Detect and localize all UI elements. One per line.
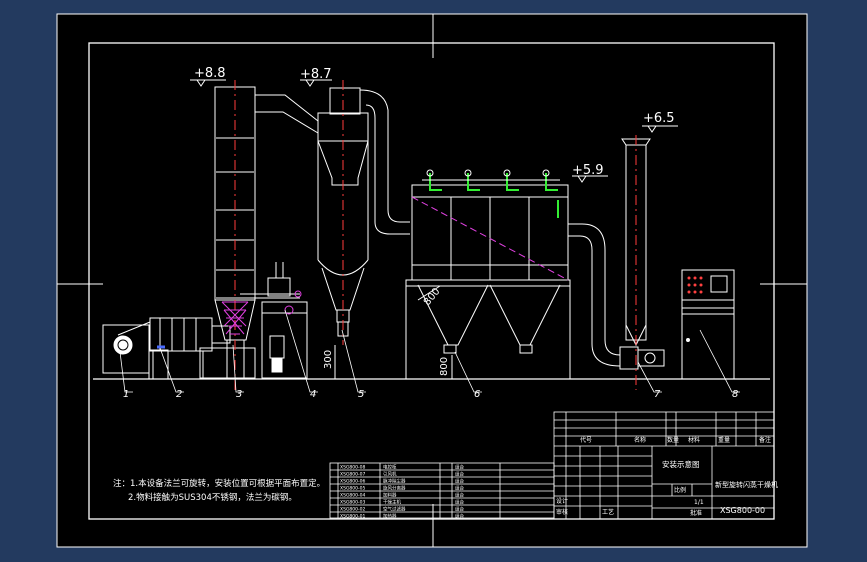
elevation-label-collector: +5.9 (572, 163, 604, 178)
title-header-code: 代号 (580, 436, 592, 444)
balloon-8: 8 (732, 389, 738, 400)
parts-cell-material: 组合 (455, 506, 464, 513)
title-header-name: 名称 (634, 436, 646, 444)
balloon-5: 5 (358, 389, 364, 400)
title-header-qty: 数量 (667, 436, 679, 444)
parts-cell-material: 组合 (455, 478, 464, 485)
balloon-3: 3 (236, 389, 242, 400)
note-line-1: 注：1.本设备法兰可旋转，安装位置可根据平面布置定。 (113, 478, 325, 489)
balloon-6: 6 (474, 389, 480, 400)
parts-cell-name: 干燥主机 (383, 499, 401, 506)
parts-cell-code: XSG800-04 (340, 493, 366, 499)
title-label-approve: 批准 (690, 509, 702, 517)
parts-cell-name: 空气过滤器 (383, 506, 406, 513)
title-header-material: 材料 (688, 436, 700, 444)
parts-cell-code: XSG800-02 (340, 507, 366, 513)
parts-cell-material: 组合 (455, 513, 464, 520)
elevation-label-stack: +6.5 (643, 111, 675, 126)
parts-cell-name: 电控柜 (383, 464, 397, 471)
parts-cell-code: XSG800-06 (340, 479, 366, 485)
title-sheet-number: 1/1 (694, 499, 704, 506)
parts-cell-name: 加热器 (383, 513, 397, 520)
parts-cell-material: 组合 (455, 492, 464, 499)
balloon-4: 4 (310, 389, 316, 400)
parts-cell-material: 组合 (455, 471, 464, 478)
parts-cell-name: 脉冲除尘器 (383, 478, 406, 485)
title-header-remark: 备注 (759, 436, 771, 444)
dimension-label-collector-outlet: 800 (439, 357, 450, 376)
elevation-label-tower: +8.8 (194, 66, 226, 81)
dimension-label-cyclone-outlet: 300 (323, 350, 334, 369)
note-line-2: 2.物料接触为SUS304不锈钢，法兰为碳钢。 (128, 492, 297, 503)
drawing-canvas: +8.8 +8.7 +6.5 +5.9 800 800 300 1 2 3 4 … (56, 13, 808, 548)
parts-cell-code: XSG800-03 (340, 500, 366, 506)
parts-cell-code: XSG800-08 (340, 465, 366, 471)
title-label-scale: 比例 (674, 486, 686, 494)
parts-cell-name: 加料器 (383, 492, 397, 499)
balloon-1: 1 (123, 389, 129, 400)
parts-cell-name: 旋风分离器 (383, 485, 406, 492)
parts-cell-code: XSG800-01 (340, 514, 366, 520)
parts-cell-material: 组合 (455, 485, 464, 492)
title-label-check: 审核 (556, 508, 568, 516)
parts-cell-name: 引风机 (383, 471, 397, 478)
parts-cell-code: XSG800-05 (340, 486, 366, 492)
title-header-weight: 重量 (718, 436, 730, 444)
drawing-number: XSG800-00 (720, 506, 765, 515)
parts-cell-material: 组合 (455, 499, 464, 506)
parts-cell-material: 组合 (455, 464, 464, 471)
balloon-2: 2 (176, 389, 182, 400)
balloon-7: 7 (654, 389, 661, 400)
equipment-name: 新型旋转闪蒸干燥机 (715, 480, 778, 489)
elevation-label-cyclone: +8.7 (300, 67, 332, 82)
title-label-process: 工艺 (602, 508, 614, 516)
title-label-design: 设计 (556, 497, 568, 505)
parts-cell-code: XSG800-07 (340, 472, 366, 478)
drawing-name: 安装示意图 (662, 459, 700, 469)
